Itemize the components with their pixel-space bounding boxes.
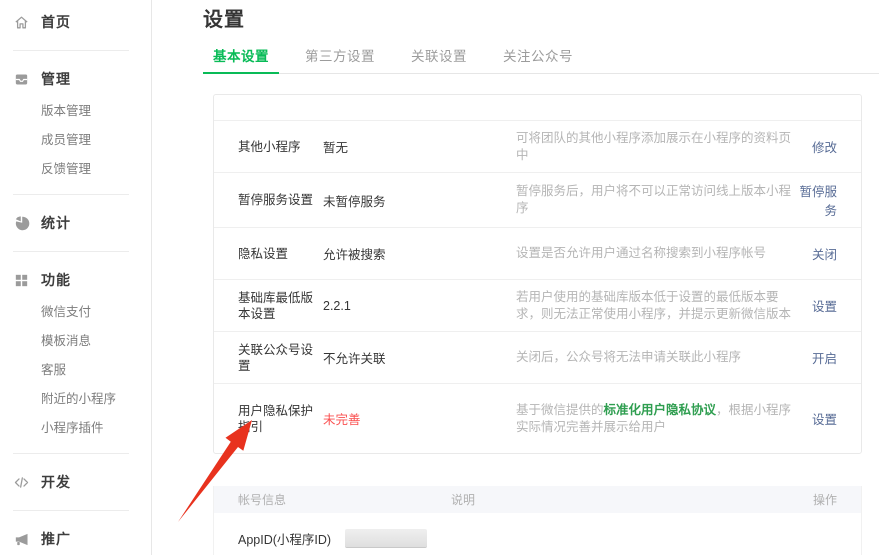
setting-value: 未完善 — [323, 409, 516, 428]
sidebar-divider — [13, 251, 129, 252]
description-text: 基于微信提供的 — [516, 403, 604, 417]
tab-third-party[interactable]: 第三方设置 — [295, 45, 385, 73]
settings-row-min-sdk-version: 基础库最低版本设置2.2.1若用户使用的基础库版本低于设置的最低版本要求，则无法… — [214, 279, 861, 331]
setting-action-cell: 开启 — [792, 348, 837, 367]
sidebar-subitem-member-management[interactable]: 成员管理 — [0, 124, 151, 153]
megaphone-icon — [13, 531, 30, 548]
account-header-description: 说明 — [451, 491, 797, 508]
setting-description: 设置是否允许用户通过名称搜索到小程序帐号 — [516, 245, 792, 262]
settings-card-top-spacer — [214, 95, 861, 120]
sidebar-item-label: 推广 — [41, 529, 71, 549]
account-table-rows: AppID(小程序ID) — [214, 513, 861, 555]
redacted-appid-value — [345, 529, 427, 548]
setting-label: 用户隐私保护指引 — [238, 403, 323, 435]
sidebar-divider — [13, 453, 129, 454]
sidebar-subitem-wechat-pay[interactable]: 微信支付 — [0, 296, 151, 325]
account-info-table: 帐号信息说明操作 AppID(小程序ID) — [213, 486, 862, 555]
sidebar-item-management[interactable]: 管理 — [0, 63, 151, 95]
account-row-appid: AppID(小程序ID) — [214, 513, 861, 555]
sidebar-subitem-customer-service[interactable]: 客服 — [0, 354, 151, 383]
tab-linked[interactable]: 关联设置 — [401, 45, 477, 73]
sidebar-item-statistics[interactable]: 统计 — [0, 207, 151, 239]
setting-description: 基于微信提供的标准化用户隐私协议，根据小程序实际情况完善并展示给用户 — [516, 402, 792, 436]
inbox-icon — [13, 71, 30, 88]
account-header-operation: 操作 — [797, 491, 837, 508]
sidebar-subitem-template-message[interactable]: 模板消息 — [0, 325, 151, 354]
settings-row-user-privacy-guideline: 用户隐私保护指引未完善基于微信提供的标准化用户隐私协议，根据小程序实际情况完善并… — [214, 383, 861, 453]
sidebar-item-development[interactable]: 开发 — [0, 466, 151, 498]
main-content: 设置 基本设置第三方设置关联设置关注公众号 其他小程序暂无可将团队的其他小程序添… — [152, 0, 879, 555]
sidebar-subitem-version-management[interactable]: 版本管理 — [0, 95, 151, 124]
sidebar-item-label: 统计 — [41, 213, 71, 233]
settings-rows: 其他小程序暂无可将团队的其他小程序添加展示在小程序的资料页中修改暂停服务设置未暂… — [214, 120, 861, 453]
setting-action-cell: 暂停服务 — [792, 181, 837, 219]
home-icon — [13, 14, 30, 31]
linked-official-account-action-link[interactable]: 开启 — [812, 352, 837, 366]
setting-value: 未暂停服务 — [323, 191, 516, 210]
account-table-header: 帐号信息说明操作 — [214, 486, 861, 513]
setting-action-cell: 设置 — [792, 409, 837, 428]
setting-value: 2.2.1 — [323, 299, 516, 313]
page-title: 设置 — [152, 0, 879, 32]
account-row-label: AppID(小程序ID) — [238, 529, 331, 548]
setting-description: 若用户使用的基础库版本低于设置的最低版本要求，则无法正常使用小程序，并提示更新微… — [516, 289, 792, 323]
standard-privacy-agreement-link[interactable]: 标准化用户隐私协议 — [604, 403, 717, 417]
sidebar-item-features[interactable]: 功能 — [0, 264, 151, 296]
setting-label: 基础库最低版本设置 — [238, 290, 323, 322]
wechat-miniprogram-console: 首页管理版本管理成员管理反馈管理统计功能微信支付模板消息客服附近的小程序小程序插… — [0, 0, 879, 555]
suspend-service-action-link[interactable]: 暂停服务 — [799, 185, 837, 218]
sidebar-subitem-feedback-management[interactable]: 反馈管理 — [0, 153, 151, 182]
setting-description: 可将团队的其他小程序添加展示在小程序的资料页中 — [516, 130, 792, 164]
settings-row-suspend-service: 暂停服务设置未暂停服务暂停服务后，用户将不可以正常访问线上版本小程序暂停服务 — [214, 172, 861, 227]
setting-value: 允许被搜索 — [323, 244, 516, 263]
sidebar-divider — [13, 50, 129, 51]
sidebar-item-label: 首页 — [41, 12, 71, 32]
privacy-setting-action-link[interactable]: 关闭 — [812, 248, 837, 262]
other-miniprograms-action-link[interactable]: 修改 — [812, 141, 837, 155]
user-privacy-guideline-action-link[interactable]: 设置 — [812, 413, 837, 427]
sidebar-divider — [13, 194, 129, 195]
setting-value: 暂无 — [323, 137, 516, 156]
sidebar-item-home[interactable]: 首页 — [0, 6, 151, 38]
setting-label: 关联公众号设置 — [238, 342, 323, 374]
setting-description: 暂停服务后，用户将不可以正常访问线上版本小程序 — [516, 183, 792, 217]
setting-label: 隐私设置 — [238, 246, 323, 262]
sidebar: 首页管理版本管理成员管理反馈管理统计功能微信支付模板消息客服附近的小程序小程序插… — [0, 0, 152, 555]
account-header-account-info: 帐号信息 — [238, 491, 451, 508]
sidebar-item-label: 开发 — [41, 472, 71, 492]
setting-label: 暂停服务设置 — [238, 192, 323, 208]
settings-card: 其他小程序暂无可将团队的其他小程序添加展示在小程序的资料页中修改暂停服务设置未暂… — [213, 94, 862, 454]
code-icon — [13, 474, 30, 491]
setting-action-cell: 关闭 — [792, 244, 837, 263]
setting-label: 其他小程序 — [238, 139, 323, 155]
tab-basic[interactable]: 基本设置 — [203, 45, 279, 74]
setting-value: 不允许关联 — [323, 348, 516, 367]
settings-row-linked-official-account: 关联公众号设置不允许关联关闭后，公众号将无法申请关联此小程序 开启 — [214, 331, 861, 383]
grid-icon — [13, 272, 30, 289]
min-sdk-version-action-link[interactable]: 设置 — [812, 300, 837, 314]
pie-chart-icon — [13, 215, 30, 232]
sidebar-divider — [13, 510, 129, 511]
settings-row-other-miniprograms: 其他小程序暂无可将团队的其他小程序添加展示在小程序的资料页中 修改 — [214, 120, 861, 172]
settings-row-privacy-setting: 隐私设置允许被搜索设置是否允许用户通过名称搜索到小程序帐号 关闭 — [214, 227, 861, 279]
tab-official-account[interactable]: 关注公众号 — [493, 45, 583, 73]
setting-description: 关闭后，公众号将无法申请关联此小程序 — [516, 349, 792, 366]
sidebar-item-label: 功能 — [41, 270, 71, 290]
sidebar-item-promotion[interactable]: 推广 — [0, 523, 151, 555]
setting-action-cell: 设置 — [792, 296, 837, 315]
sidebar-item-label: 管理 — [41, 69, 71, 89]
tabs: 基本设置第三方设置关联设置关注公众号 — [203, 45, 879, 74]
setting-action-cell: 修改 — [792, 137, 837, 156]
sidebar-subitem-nearby-miniprogram[interactable]: 附近的小程序 — [0, 383, 151, 412]
sidebar-subitem-miniprogram-plugin[interactable]: 小程序插件 — [0, 412, 151, 441]
